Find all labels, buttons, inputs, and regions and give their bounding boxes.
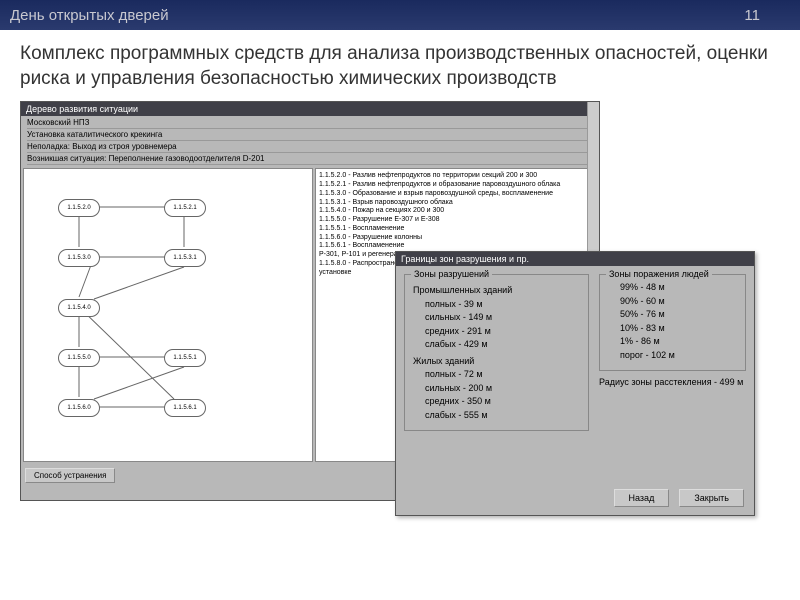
list-item[interactable]: 1.1.5.6.0 - Разрушение колонны [319, 234, 593, 243]
back-button[interactable]: Назад [614, 489, 670, 507]
glass-radius: Радиус зоны расстекления - 499 м [599, 377, 746, 387]
slide-header: День открытых дверей 11 [0, 0, 800, 30]
list-item[interactable]: 1.1.5.5.0 - Разрушение E-307 и E-308 [319, 216, 593, 225]
destruction-zones-group: Зоны разрушений Промышленных зданий полн… [404, 274, 589, 431]
subheading: Промышленных зданий [413, 281, 580, 298]
graph-node[interactable]: 1.1.5.3.0 [58, 249, 100, 267]
list-item[interactable]: 1.1.5.6.1 - Воспламенение [319, 242, 593, 251]
elimination-button[interactable]: Способ устранения [25, 468, 115, 483]
zone-value: полных - 39 м [413, 298, 580, 312]
graph-node[interactable]: 1.1.5.4.0 [58, 299, 100, 317]
list-item[interactable]: 1.1.5.2.1 - Разлив нефтепродуктов и обра… [319, 181, 593, 190]
info-line: Установка каталитического крекинга [27, 129, 593, 141]
zone-value: сильных - 200 м [413, 382, 580, 396]
list-item[interactable]: 1.1.5.5.1 - Воспламенение [319, 225, 593, 234]
page-number: 11 [744, 7, 760, 24]
zone-value: 99% - 48 м [608, 281, 737, 295]
zone-value: слабых - 429 м [413, 338, 580, 352]
tree-diagram[interactable]: 1.1.5.2.0 1.1.5.2.1 1.1.5.3.0 1.1.5.3.1 … [23, 168, 313, 462]
list-item[interactable]: 1.1.5.3.1 - Взрыв паровоздушного облака [319, 199, 593, 208]
zone-value: 10% - 83 м [608, 322, 737, 336]
zones-dialog-titlebar[interactable]: Границы зон разрушения и пр. [396, 252, 754, 266]
info-line: Возникшая ситуация: Переполнение газовод… [27, 153, 593, 165]
human-damage-group: Зоны поражения людей 99% - 48 м 90% - 60… [599, 274, 746, 371]
info-line: Неполадка: Выход из строя уровнемера [27, 141, 593, 153]
graph-node[interactable]: 1.1.5.2.0 [58, 199, 100, 217]
group-legend: Зоны поражения людей [606, 268, 712, 282]
info-panel: Московский НПЗ Установка каталитического… [21, 116, 599, 166]
subheading: Жилых зданий [413, 352, 580, 369]
zones-dialog-title: Границы зон разрушения и пр. [401, 254, 529, 264]
zone-value: средних - 291 м [413, 325, 580, 339]
graph-node[interactable]: 1.1.5.6.1 [164, 399, 206, 417]
info-line: Московский НПЗ [27, 117, 593, 129]
zone-value: слабых - 555 м [413, 409, 580, 423]
zone-value: 1% - 86 м [608, 335, 737, 349]
list-item[interactable]: 1.1.5.2.0 - Разлив нефтепродуктов по тер… [319, 172, 593, 181]
graph-node[interactable]: 1.1.5.3.1 [164, 249, 206, 267]
header-title: День открытых дверей [10, 7, 744, 24]
zone-value: полных - 72 м [413, 368, 580, 382]
graph-node[interactable]: 1.1.5.2.1 [164, 199, 206, 217]
group-legend: Зоны разрушений [411, 268, 492, 282]
tree-window-titlebar[interactable]: Дерево развития ситуации [21, 102, 599, 116]
graph-node[interactable]: 1.1.5.5.1 [164, 349, 206, 367]
graph-node[interactable]: 1.1.5.6.0 [58, 399, 100, 417]
zone-value: порог - 102 м [608, 349, 737, 363]
list-item[interactable]: 1.1.5.4.0 - Пожар на секциях 200 и 300 [319, 207, 593, 216]
close-button[interactable]: Закрыть [679, 489, 744, 507]
zone-value: 50% - 76 м [608, 308, 737, 322]
zone-value: сильных - 149 м [413, 311, 580, 325]
tree-window-title: Дерево развития ситуации [26, 104, 138, 114]
zone-value: средних - 350 м [413, 395, 580, 409]
slide-title: Комплекс программных средств для анализа… [0, 30, 800, 101]
list-item[interactable]: 1.1.5.3.0 - Образование и взрыв паровозд… [319, 190, 593, 199]
zone-value: 90% - 60 м [608, 295, 737, 309]
zones-dialog: Границы зон разрушения и пр. Зоны разруш… [395, 251, 755, 516]
graph-node[interactable]: 1.1.5.5.0 [58, 349, 100, 367]
